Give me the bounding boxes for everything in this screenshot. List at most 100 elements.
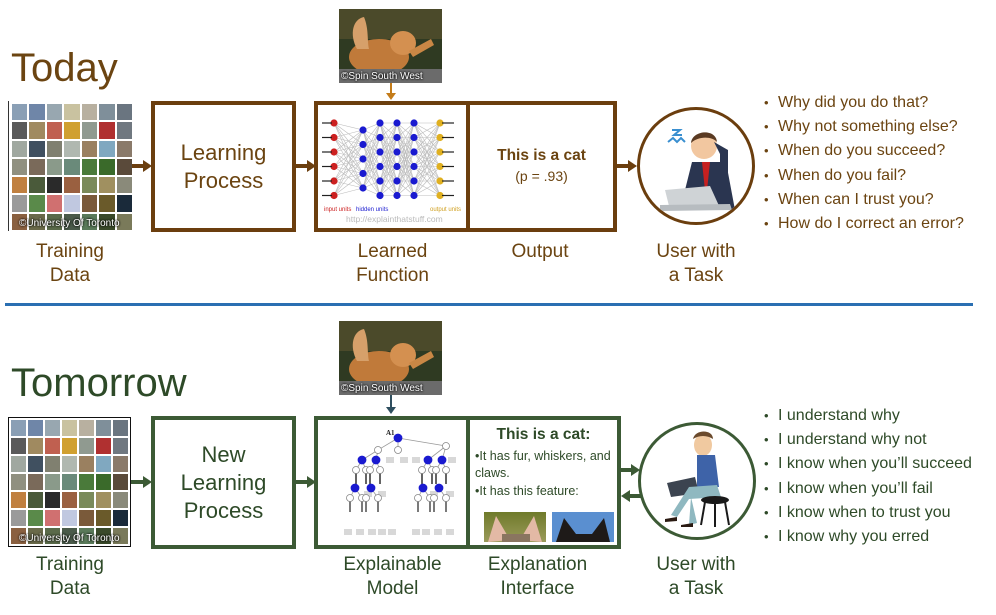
output-label: Output bbox=[511, 241, 569, 262]
statement-item: I understand why not bbox=[764, 428, 972, 452]
question-item: Why not something else? bbox=[764, 115, 964, 139]
training-image-thumbnail bbox=[29, 195, 45, 212]
training-image-thumbnail bbox=[11, 420, 26, 436]
training-image-thumbnail bbox=[116, 195, 132, 212]
happy-user-icon bbox=[665, 431, 730, 527]
nn-node bbox=[376, 191, 384, 200]
training-image-thumbnail bbox=[45, 510, 60, 526]
nn-layer-label: hidden units bbox=[356, 207, 388, 213]
black-cat-ear-feature-image bbox=[552, 512, 614, 542]
training-image-thumbnail bbox=[96, 492, 111, 508]
training-image-thumbnail bbox=[29, 140, 45, 157]
training-image-thumbnail bbox=[29, 122, 45, 139]
tree-leaf bbox=[412, 529, 420, 535]
tree-node bbox=[442, 442, 450, 450]
training-image-thumbnail bbox=[113, 474, 128, 490]
training-image-thumbnail bbox=[99, 122, 115, 139]
training-image-thumbnail bbox=[11, 492, 26, 508]
training-image-thumbnail bbox=[64, 140, 80, 157]
training-image-thumbnail bbox=[46, 104, 63, 121]
training-image-thumbnail bbox=[116, 140, 132, 157]
arrow-down-icon bbox=[386, 93, 396, 100]
training-image-thumbnail bbox=[12, 140, 28, 157]
tree-node bbox=[442, 494, 450, 502]
training-image-thumbnail bbox=[28, 492, 43, 508]
question-item: Why did you do that? bbox=[764, 91, 964, 115]
explanation-bullet: •It has fur, whiskers, and claws. bbox=[475, 449, 611, 480]
tree-node bbox=[366, 466, 374, 474]
tree-edge bbox=[397, 437, 447, 447]
nn-node bbox=[393, 119, 401, 127]
explanation-title: This is a cat: bbox=[496, 426, 591, 443]
training-image-thumbnail bbox=[96, 510, 111, 526]
training-image-thumbnail bbox=[81, 122, 98, 139]
output-box: This is a cat (p = .93) bbox=[466, 101, 617, 232]
training-image-thumbnail bbox=[12, 158, 28, 176]
training-image-thumbnail bbox=[46, 122, 63, 139]
nn-node bbox=[376, 162, 384, 171]
training-image-thumbnail bbox=[116, 104, 132, 121]
training-image-thumbnail bbox=[46, 140, 63, 157]
training-image-thumbnail bbox=[79, 510, 94, 526]
tree-leaf bbox=[434, 529, 442, 535]
nn-node bbox=[376, 148, 384, 156]
training-image-thumbnail bbox=[96, 438, 111, 454]
nn-connection bbox=[333, 187, 364, 196]
tree-node-active bbox=[423, 455, 433, 465]
training-data-image: ©University Of Toronto bbox=[8, 101, 133, 231]
training-image-thumbnail bbox=[29, 158, 45, 176]
nn-node bbox=[410, 133, 418, 142]
training-image-thumbnail bbox=[64, 122, 80, 139]
training-image-thumbnail bbox=[79, 420, 94, 436]
tree-node-active bbox=[350, 483, 360, 493]
training-image-thumbnail bbox=[96, 456, 111, 472]
training-image-thumbnail bbox=[116, 122, 132, 139]
question-item: When can I trust you? bbox=[764, 188, 964, 212]
output-title: This is a cat bbox=[497, 147, 586, 164]
training-image-thumbnail bbox=[11, 456, 26, 472]
image-credit: ©Spin South West bbox=[341, 383, 423, 394]
training-image-thumbnail bbox=[62, 474, 77, 490]
cat-input-image: ©Spin South West bbox=[339, 321, 442, 395]
training-image-thumbnail bbox=[81, 177, 98, 194]
neural-network-diagram: input units hidden units output units bbox=[322, 119, 461, 213]
training-image-thumbnail bbox=[81, 140, 98, 157]
tree-leaf bbox=[368, 529, 376, 535]
output-probability: (p = .93) bbox=[515, 168, 568, 184]
question-item: How do I correct an error? bbox=[764, 212, 964, 236]
training-image-thumbnail bbox=[28, 510, 43, 526]
section-divider bbox=[5, 303, 973, 306]
tree-node-active bbox=[393, 433, 403, 443]
user-avatar-happy bbox=[638, 422, 756, 540]
training-image-thumbnail bbox=[99, 177, 115, 194]
nn-node bbox=[376, 133, 384, 142]
training-image-thumbnail bbox=[46, 158, 63, 176]
nn-node bbox=[359, 140, 367, 149]
training-image-thumbnail bbox=[99, 104, 115, 121]
tree-node bbox=[346, 494, 354, 502]
tree-leaf bbox=[388, 529, 396, 535]
tree-node-active bbox=[418, 483, 428, 493]
tree-leaf bbox=[386, 457, 394, 463]
nn-layer-label: output units bbox=[430, 207, 461, 213]
training-image-thumbnail bbox=[113, 438, 128, 454]
tree-node bbox=[442, 466, 450, 474]
tree-leaf bbox=[344, 529, 352, 535]
questions-list: Why did you do that? Why not something e… bbox=[764, 91, 964, 236]
training-image-thumbnail bbox=[45, 438, 60, 454]
training-image-thumbnail bbox=[64, 104, 80, 121]
image-credit: http://explainthatstuff.com bbox=[346, 214, 443, 224]
nn-node bbox=[410, 119, 418, 127]
training-image-thumbnail bbox=[116, 158, 132, 176]
tree-node-active bbox=[371, 455, 381, 465]
nn-node bbox=[410, 148, 418, 156]
new-learning-process-box: New Learning Process bbox=[151, 416, 296, 549]
nn-node bbox=[393, 162, 401, 171]
training-data-image: ©University Of Toronto bbox=[8, 417, 131, 547]
nn-layer-label: input units bbox=[324, 207, 351, 213]
tree-leaf bbox=[400, 457, 408, 463]
tree-node-active bbox=[434, 483, 444, 493]
training-image-thumbnail bbox=[28, 456, 43, 472]
training-image-thumbnail bbox=[81, 195, 98, 212]
explainable-model-label: Explainable Model bbox=[343, 554, 442, 599]
